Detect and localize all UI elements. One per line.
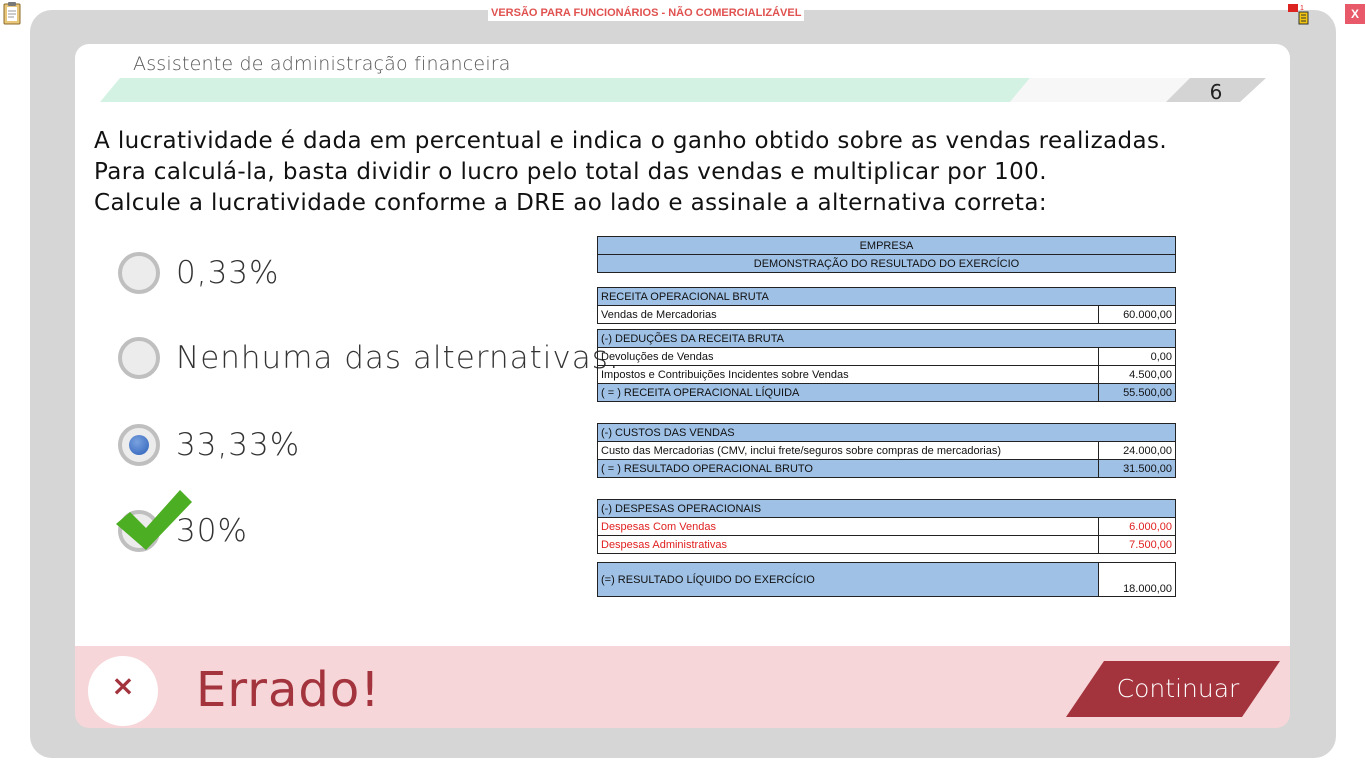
radio-button[interactable] (118, 337, 160, 379)
dre-row-label: ( = ) RESULTADO OPERACIONAL BRUTO (597, 459, 1099, 478)
dre-table: EMPRESA DEMONSTRAÇÃO DO RESULTADO DO EXE… (597, 236, 1176, 597)
question-text: A lucratividade é dada em percentual e i… (94, 126, 1294, 219)
header-stripe (100, 78, 1266, 102)
dre-row-value: 55.500,00 (1098, 383, 1176, 402)
dre-section-header: (-) DESPESAS OPERACIONAIS (597, 499, 1176, 518)
dre-row-value: 7.500,00 (1098, 535, 1176, 554)
dre-row-label: Despesas Com Vendas (597, 517, 1099, 536)
dre-row-value: 18.000,00 (1098, 562, 1176, 597)
dre-row-value: 24.000,00 (1098, 441, 1176, 460)
dre-row-label: Despesas Administrativas (597, 535, 1099, 554)
option-none[interactable]: Nenhuma das alternativas. (118, 333, 620, 383)
dre-section-header: (-) CUSTOS DAS VENDAS (597, 423, 1176, 442)
dre-row-label: Vendas de Mercadorias (597, 305, 1099, 324)
feedback-result-text: Errado! (196, 662, 381, 718)
dre-title: DEMONSTRAÇÃO DO RESULTADO DO EXERCÍCIO (597, 254, 1176, 273)
correct-answer-check-icon (116, 490, 192, 550)
dre-row-value: 4.500,00 (1098, 365, 1176, 384)
option-0-33-percent[interactable]: 0,33% (118, 248, 279, 298)
continue-label: Continuar (1116, 674, 1240, 703)
dre-row-value: 6.000,00 (1098, 517, 1176, 536)
dre-row-label: ( = ) RECEITA OPERACIONAL LÍQUIDA (597, 383, 1099, 402)
dre-row-label: (=) RESULTADO LÍQUIDO DO EXERCÍCIO (597, 562, 1099, 597)
dre-row-value: 60.000,00 (1098, 305, 1176, 324)
radio-button-selected[interactable] (118, 424, 160, 466)
dre-row-value: 0,00 (1098, 347, 1176, 366)
radio-button[interactable] (118, 252, 160, 294)
clipboard-icon[interactable] (2, 1, 22, 25)
option-label: 33,33% (176, 427, 301, 463)
staff-version-banner: VERSÃO PARA FUNCIONÁRIOS - NÃO COMERCIAL… (488, 6, 805, 21)
dre-row-label: Custo das Mercadorias (CMV, inclui frete… (597, 441, 1099, 460)
question-line: Calcule a lucratividade conforme a DRE a… (94, 190, 1047, 216)
dre-company: EMPRESA (597, 236, 1176, 255)
question-line: A lucratividade é dada em percentual e i… (94, 128, 1168, 154)
network-status-icon[interactable]: 1 (1286, 2, 1314, 26)
dre-section-header: RECEITA OPERACIONAL BRUTA (597, 287, 1176, 306)
option-label: Nenhuma das alternativas. (176, 340, 620, 376)
dre-section-header: (-) DEDUÇÕES DA RECEITA BRUTA (597, 329, 1176, 348)
option-label: 0,33% (176, 255, 280, 291)
continue-button[interactable]: Continuar (1066, 661, 1282, 717)
dre-row-label: Devoluções de Vendas (597, 347, 1099, 366)
dre-row-label: Impostos e Contribuições Incidentes sobr… (597, 365, 1099, 384)
course-title: Assistente de administração financeira (133, 53, 511, 75)
svg-text:1: 1 (1300, 5, 1304, 12)
question-line: Para calculá-la, basta dividir o lucro p… (94, 159, 1047, 185)
close-window-button[interactable]: X (1345, 4, 1365, 24)
error-x-icon: × (111, 669, 135, 702)
dre-row-value: 31.500,00 (1098, 459, 1176, 478)
option-33-33-percent[interactable]: 33,33% (118, 420, 300, 470)
page-number: 6 (1209, 80, 1223, 104)
